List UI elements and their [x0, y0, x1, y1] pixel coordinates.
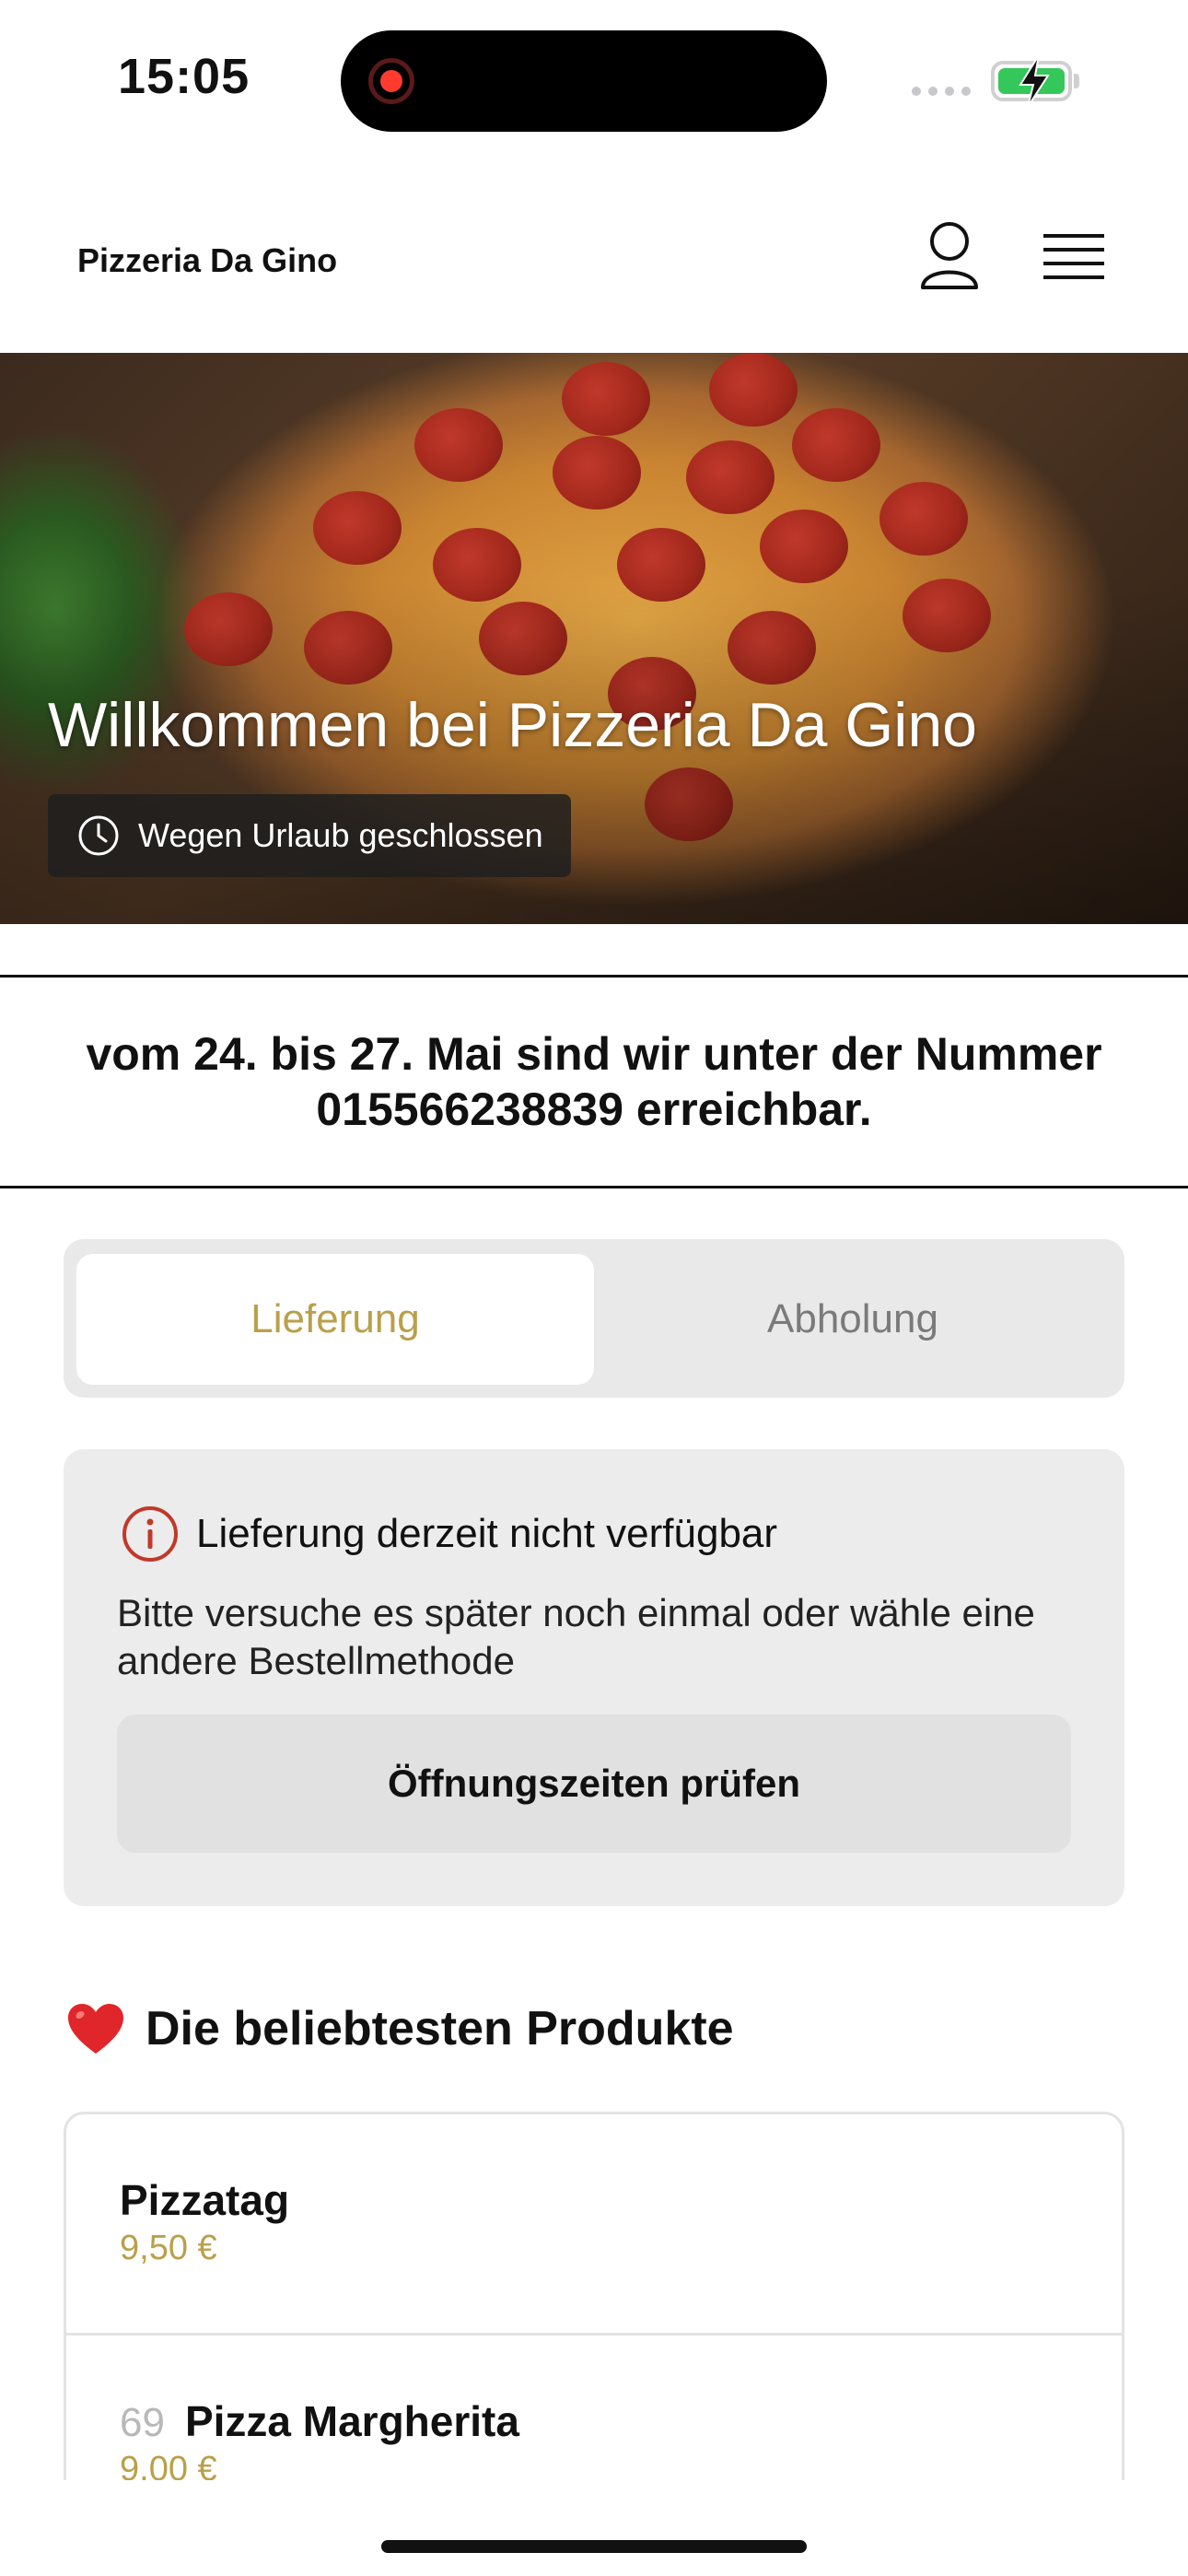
check-opening-hours-button[interactable]: Öffnungszeiten prüfen: [117, 1715, 1071, 1853]
product-price: 9,00 €: [120, 2450, 217, 2480]
product-list: Pizzatag 9,50 € 69 Pizza Margherita 9,00…: [64, 2112, 1124, 2480]
clock-icon: [78, 815, 119, 856]
holiday-notice: vom 24. bis 27. Mai sind wir unter der N…: [0, 975, 1188, 1188]
user-icon[interactable]: [917, 221, 982, 291]
closed-badge-text: Wegen Urlaub geschlossen: [138, 816, 543, 854]
app-header: Pizzeria Da Gino: [0, 184, 1188, 350]
closed-badge: Wegen Urlaub geschlossen: [48, 794, 571, 877]
popular-section-title: Die beliebtesten Produkte: [66, 2001, 734, 2056]
hero-banner: Willkommen bei Pizzeria Da Gino Wegen Ur…: [0, 353, 1188, 924]
card-header: Lieferung derzeit nicht verfügbar: [121, 1505, 777, 1563]
card-title: Lieferung derzeit nicht verfügbar: [196, 1511, 778, 1556]
charging-bolt-icon: [1019, 54, 1050, 108]
home-indicator[interactable]: [381, 2540, 807, 2553]
product-price: 9,50 €: [120, 2229, 217, 2267]
holiday-notice-text: vom 24. bis 27. Mai sind wir unter der N…: [86, 1028, 1102, 1135]
delivery-unavailable-card: Lieferung derzeit nicht verfügbar Bitte …: [64, 1449, 1124, 1906]
tab-delivery[interactable]: Lieferung: [76, 1254, 594, 1385]
product-number: 69: [120, 2400, 165, 2445]
status-bar: 15:05: [0, 0, 1188, 166]
popular-title-text: Die beliebtesten Produkte: [146, 2002, 734, 2055]
brand-name[interactable]: Pizzeria Da Gino: [77, 241, 337, 280]
product-name: Pizzatag: [120, 2176, 290, 2224]
heart-icon: [68, 2004, 123, 2054]
menu-icon[interactable]: [1043, 232, 1104, 284]
dynamic-island: [341, 30, 827, 132]
signal-icon: [912, 87, 971, 96]
card-body: Bitte versuche es später noch einmal ode…: [117, 1591, 1035, 1682]
hero-title: Willkommen bei Pizzeria Da Gino: [48, 690, 977, 760]
product-item[interactable]: Pizzatag 9,50 €: [66, 2114, 1122, 2336]
order-mode-toggle: Lieferung Abholung: [64, 1239, 1124, 1398]
info-icon: [122, 1506, 178, 1562]
tab-pickup[interactable]: Abholung: [594, 1254, 1112, 1385]
recording-icon: [368, 58, 414, 104]
product-item[interactable]: 69 Pizza Margherita 9,00 €: [66, 2336, 1122, 2480]
product-name: Pizza Margherita: [184, 2397, 519, 2445]
status-time: 15:05: [118, 49, 250, 104]
